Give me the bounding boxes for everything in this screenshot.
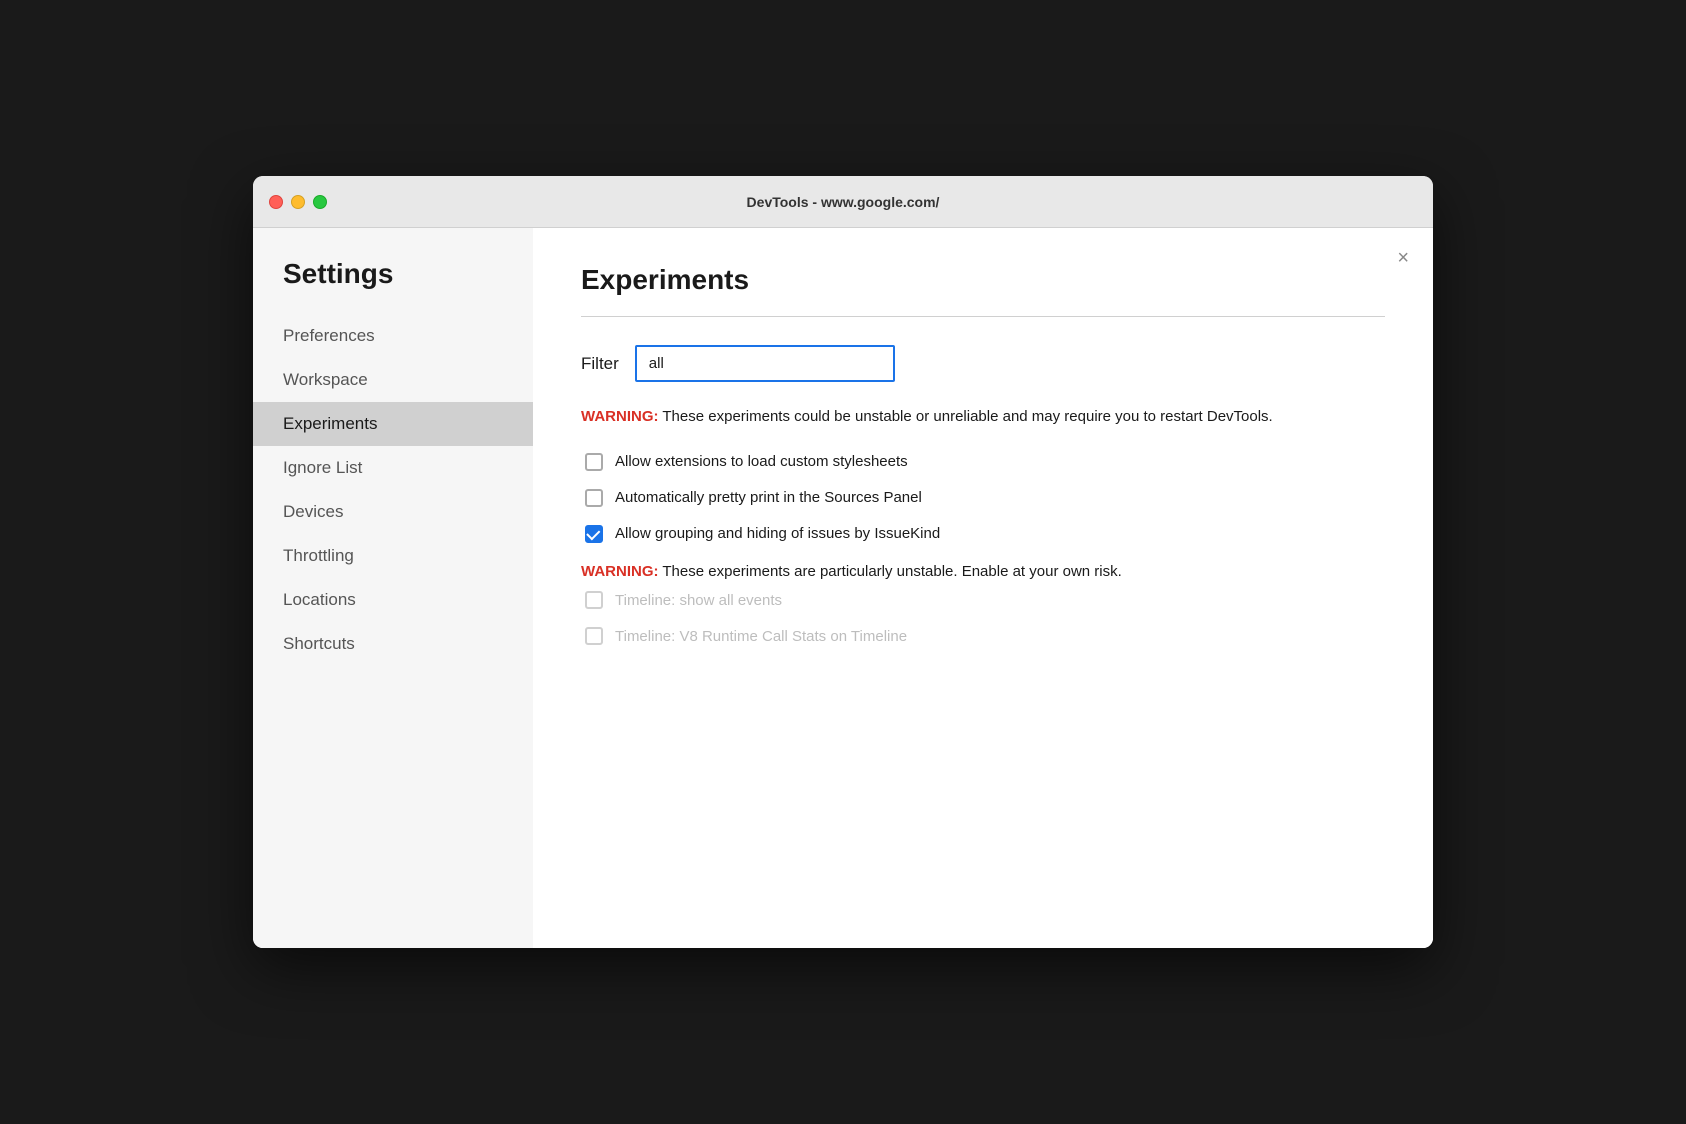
- maximize-button[interactable]: [313, 195, 327, 209]
- close-button[interactable]: [269, 195, 283, 209]
- traffic-lights: [269, 195, 327, 209]
- sidebar-item-ignore-list[interactable]: Ignore List: [253, 446, 533, 490]
- checkbox-timeline-events-label: Timeline: show all events: [615, 592, 782, 609]
- checkbox-allow-extensions-input[interactable]: [585, 453, 603, 471]
- sidebar-item-preferences[interactable]: Preferences: [253, 314, 533, 358]
- page-title: Experiments: [581, 264, 1385, 296]
- sidebar: Settings Preferences Workspace Experimen…: [253, 228, 533, 948]
- settings-heading: Settings: [253, 258, 533, 314]
- warning-block-2: WARNING: These experiments are particula…: [581, 561, 1385, 584]
- filter-row: Filter: [581, 345, 1385, 382]
- warning-1-text: These experiments could be unstable or u…: [659, 408, 1273, 425]
- warning-2-prefix: WARNING:: [581, 563, 659, 580]
- minimize-button[interactable]: [291, 195, 305, 209]
- main-content: × Experiments Filter WARNING: These expe…: [533, 228, 1433, 948]
- sidebar-item-devices[interactable]: Devices: [253, 490, 533, 534]
- filter-input[interactable]: [635, 345, 895, 382]
- checkbox-pretty-print: Automatically pretty print in the Source…: [581, 489, 1385, 507]
- sidebar-item-throttling[interactable]: Throttling: [253, 534, 533, 578]
- titlebar: DevTools - www.google.com/: [253, 176, 1433, 228]
- window-title: DevTools - www.google.com/: [747, 194, 940, 210]
- window-body: Settings Preferences Workspace Experimen…: [253, 228, 1433, 948]
- checkbox-timeline-v8-input[interactable]: [585, 627, 603, 645]
- checkbox-grouping-issues: Allow grouping and hiding of issues by I…: [581, 525, 1385, 543]
- checkbox-grouping-issues-input[interactable]: [585, 525, 603, 543]
- checkbox-timeline-events: Timeline: show all events: [581, 591, 1385, 609]
- sidebar-item-workspace[interactable]: Workspace: [253, 358, 533, 402]
- warning-block-1: WARNING: These experiments could be unst…: [581, 406, 1385, 429]
- warning-1-prefix: WARNING:: [581, 408, 659, 425]
- checkbox-pretty-print-input[interactable]: [585, 489, 603, 507]
- checkbox-allow-extensions-label: Allow extensions to load custom styleshe…: [615, 453, 908, 470]
- sidebar-item-shortcuts[interactable]: Shortcuts: [253, 622, 533, 666]
- checkbox-timeline-v8-label: Timeline: V8 Runtime Call Stats on Timel…: [615, 628, 907, 645]
- checkbox-grouping-issues-label: Allow grouping and hiding of issues by I…: [615, 525, 940, 542]
- devtools-window: DevTools - www.google.com/ Settings Pref…: [253, 176, 1433, 948]
- close-settings-button[interactable]: ×: [1397, 248, 1409, 268]
- checkbox-timeline-v8: Timeline: V8 Runtime Call Stats on Timel…: [581, 627, 1385, 645]
- title-divider: [581, 316, 1385, 317]
- checkbox-allow-extensions: Allow extensions to load custom styleshe…: [581, 453, 1385, 471]
- checkbox-timeline-events-input[interactable]: [585, 591, 603, 609]
- warning-2-text: These experiments are particularly unsta…: [659, 563, 1122, 580]
- filter-label: Filter: [581, 354, 619, 374]
- sidebar-item-locations[interactable]: Locations: [253, 578, 533, 622]
- sidebar-item-experiments[interactable]: Experiments: [253, 402, 533, 446]
- checkbox-pretty-print-label: Automatically pretty print in the Source…: [615, 489, 922, 506]
